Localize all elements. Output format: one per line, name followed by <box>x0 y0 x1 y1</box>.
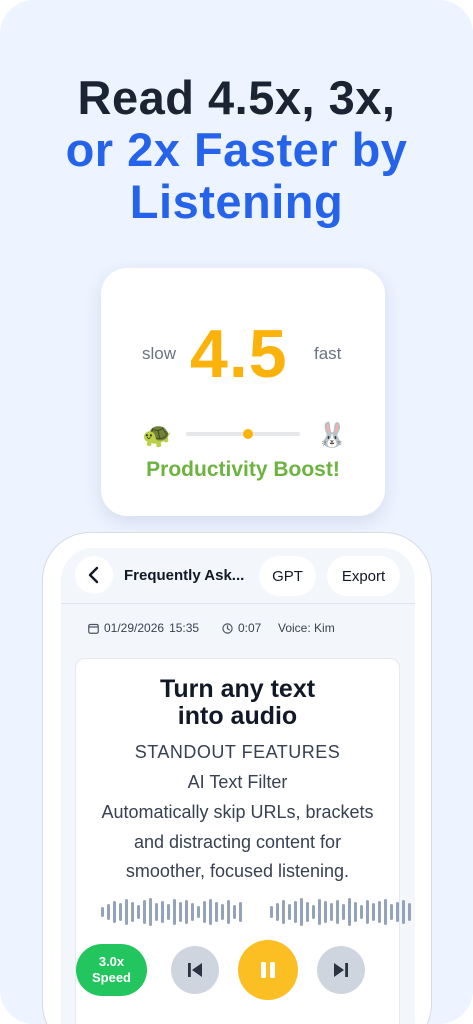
waveform-left <box>101 896 242 928</box>
meta-date-value: 01/29/2026 <box>104 621 165 635</box>
waveform-bar <box>191 903 194 921</box>
waveform-bar <box>384 899 387 925</box>
export-button[interactable]: Export <box>327 556 400 596</box>
waveform-bar <box>101 907 104 917</box>
waveform-bar <box>143 900 146 924</box>
doc-line: AI Text Filter <box>187 772 288 792</box>
doc-line: and distracting content for <box>133 832 342 852</box>
fast-label: fast <box>314 344 342 363</box>
waveform-bar <box>354 902 357 922</box>
waveform-bar <box>300 898 303 926</box>
slow-label: slow <box>142 344 177 363</box>
calendar-icon <box>88 623 99 634</box>
waveform-bar <box>276 903 279 921</box>
doc-title: Turn any text into audio <box>75 676 400 730</box>
waveform-bar <box>360 905 363 919</box>
waveform-bar <box>282 900 285 924</box>
productivity-boost-label: Productivity Boost! <box>146 458 340 481</box>
playback-speed-button[interactable]: 3.0x Speed <box>76 944 147 996</box>
headline-line-3: Listening <box>129 175 344 228</box>
next-button[interactable] <box>317 946 365 994</box>
waveform-bar <box>173 899 176 925</box>
waveform-bar <box>149 898 152 926</box>
waveform-bar <box>372 903 375 921</box>
waveform-bar <box>324 901 327 923</box>
back-button[interactable] <box>75 556 113 594</box>
meta-duration: 0:07 <box>222 621 261 635</box>
waveform-bar <box>119 903 122 921</box>
waveform-bar <box>336 900 339 924</box>
back-chevron-icon <box>88 566 99 584</box>
doc-line: Automatically skip URLs, brackets <box>101 802 374 822</box>
waveform-bar <box>131 902 134 922</box>
waveform-bar <box>378 901 381 923</box>
topbar-divider <box>61 603 415 604</box>
doc-line: smoother, focused listening. <box>125 861 350 881</box>
waveform-bar <box>179 902 182 922</box>
headline-line-1: Read 4.5x, 3x, <box>77 71 396 124</box>
waveform-bar <box>197 906 200 918</box>
waveform-bar <box>342 904 345 920</box>
waveform-right <box>270 896 411 928</box>
document-title: Frequently Ask... <box>124 567 245 584</box>
waveform-bar <box>233 905 236 919</box>
meta-duration-value: 0:07 <box>238 621 262 635</box>
doc-line: STANDOUT FEATURES <box>134 742 341 762</box>
waveform-bar <box>402 900 405 924</box>
waveform-bar <box>209 899 212 925</box>
meta-time-value: 15:35 <box>169 621 200 635</box>
doc-title-line-2: into audio <box>177 702 298 730</box>
waveform-bar <box>330 903 333 921</box>
waveform-bar <box>318 899 321 925</box>
waveform-bar <box>215 902 218 922</box>
waveform-bar <box>167 904 170 920</box>
clock-icon <box>222 622 233 634</box>
waveform-bar <box>288 904 291 920</box>
waveform-bar <box>137 905 140 919</box>
previous-button[interactable] <box>171 946 219 994</box>
waveform-bar <box>366 900 369 924</box>
waveform-bar <box>107 904 110 920</box>
pause-icon <box>261 962 275 978</box>
meta-date: 01/29/2026 15:35 <box>88 621 199 635</box>
waveform-bar <box>227 900 230 924</box>
waveform-bar <box>270 906 273 918</box>
waveform-bar <box>390 904 393 920</box>
rabbit-icon: 🐰 <box>317 422 347 449</box>
playback-speed-label: Speed <box>91 970 131 985</box>
pause-button[interactable] <box>238 940 298 1000</box>
waveform-bar <box>221 904 224 920</box>
meta-voice: Voice: Kim <box>278 621 335 635</box>
waveform-bar <box>396 902 399 922</box>
skip-previous-icon <box>188 963 202 977</box>
turtle-icon: 🐢 <box>142 422 172 449</box>
waveform-bar <box>113 901 116 923</box>
waveform-bar <box>348 898 351 926</box>
waveform-bar <box>239 902 242 922</box>
headline-line-2: or 2x Faster by <box>65 123 408 176</box>
playback-speed-value: 3.0x <box>98 954 125 969</box>
speed-value: 4.5 <box>190 316 288 392</box>
waveform-bar <box>125 899 128 925</box>
waveform-bar <box>203 901 206 923</box>
gpt-button[interactable]: GPT <box>259 556 316 596</box>
doc-title-line-1: Turn any text <box>159 675 316 703</box>
headline: Read 4.5x, 3x, or 2x Faster by Listening <box>0 72 473 228</box>
speed-slider-thumb[interactable] <box>243 429 253 439</box>
waveform-bar <box>408 903 411 921</box>
skip-next-icon <box>334 963 348 977</box>
waveform-bar <box>294 901 297 923</box>
waveform-bar <box>161 901 164 923</box>
waveform-bar <box>306 902 309 922</box>
waveform-bar <box>155 903 158 921</box>
waveform-bar <box>312 905 315 919</box>
waveform-bar <box>185 900 188 924</box>
